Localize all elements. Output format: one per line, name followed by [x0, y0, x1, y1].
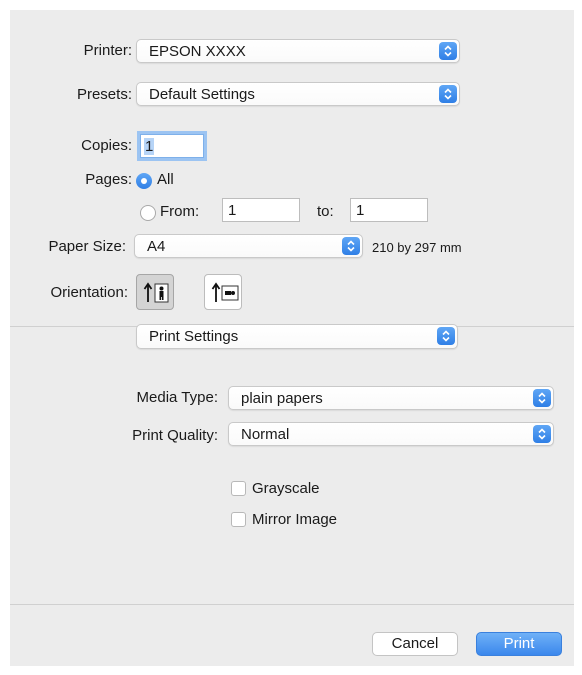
cancel-button[interactable]: Cancel — [372, 632, 458, 656]
presets-popup[interactable]: Default Settings — [136, 82, 460, 106]
presets-label: Presets: — [76, 86, 132, 103]
section-popup[interactable]: Print Settings — [136, 324, 458, 349]
print-quality-label: Print Quality: — [132, 427, 218, 444]
stepper-arrows-icon — [439, 85, 457, 103]
landscape-icon — [211, 282, 239, 302]
pages-to-input[interactable]: 1 — [350, 198, 428, 222]
paper-size-label: Paper Size: — [48, 238, 126, 255]
presets-value: Default Settings — [149, 86, 255, 103]
pages-from-value: 1 — [228, 202, 237, 219]
copies-input[interactable]: 1 — [140, 134, 204, 158]
pages-to-label: to: — [317, 203, 334, 220]
stepper-arrows-icon — [437, 327, 455, 345]
portrait-icon — [143, 282, 169, 303]
mirror-image-label: Mirror Image — [252, 511, 338, 528]
copies-value: 1 — [144, 138, 155, 155]
media-type-value: plain papers — [241, 390, 323, 407]
pages-to-value: 1 — [356, 202, 365, 219]
print-dialog: Printer: EPSON XXXX Presets: Default Set… — [10, 10, 574, 666]
copies-label: Copies: — [81, 137, 132, 154]
pages-from-label: From: — [160, 203, 200, 220]
grayscale-checkbox[interactable] — [231, 481, 246, 496]
printer-popup[interactable]: EPSON XXXX — [136, 39, 460, 63]
section-value: Print Settings — [149, 328, 239, 345]
orientation-landscape-button[interactable] — [204, 274, 242, 310]
paper-size-popup[interactable]: A4 — [134, 234, 363, 258]
orientation-portrait-button[interactable] — [136, 274, 174, 310]
media-type-label: Media Type: — [136, 389, 218, 406]
printer-label: Printer: — [83, 42, 132, 59]
stepper-arrows-icon — [439, 42, 457, 60]
print-quality-value: Normal — [241, 426, 290, 443]
stepper-arrows-icon — [533, 425, 551, 443]
paper-size-dimensions: 210 by 297 mm — [372, 240, 462, 255]
print-button[interactable]: Print — [476, 632, 562, 656]
paper-size-value: A4 — [147, 238, 166, 255]
orientation-label: Orientation: — [50, 284, 128, 301]
pages-all-label: All — [157, 171, 174, 188]
mirror-image-checkbox[interactable] — [231, 512, 246, 527]
printer-value: EPSON XXXX — [149, 43, 246, 60]
media-type-popup[interactable]: plain papers — [228, 386, 554, 410]
grayscale-label: Grayscale — [252, 480, 320, 497]
pages-label: Pages: — [85, 171, 132, 188]
pages-from-input[interactable]: 1 — [222, 198, 300, 222]
pages-from-radio[interactable] — [140, 205, 156, 221]
print-quality-popup[interactable]: Normal — [228, 422, 554, 446]
stepper-arrows-icon — [342, 237, 360, 255]
stepper-arrows-icon — [533, 389, 551, 407]
divider — [10, 604, 574, 605]
pages-all-radio[interactable] — [136, 173, 152, 189]
